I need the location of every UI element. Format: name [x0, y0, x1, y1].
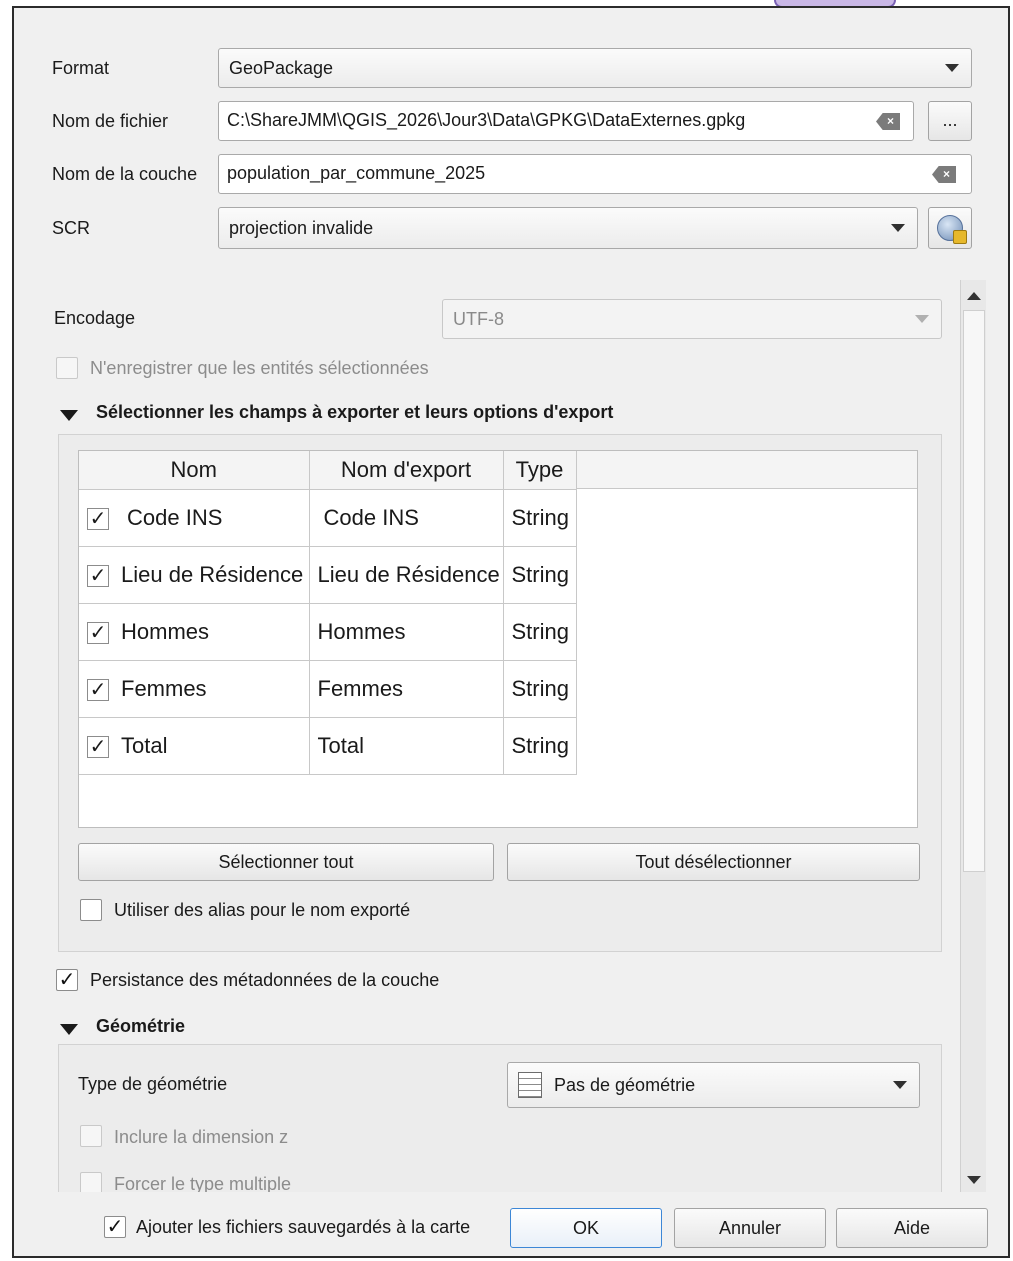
layer-name-value: population_par_commune_2025	[227, 163, 486, 183]
field-name: Lieu de Résidence	[121, 561, 304, 587]
fields-table: Nom Nom d'export Type ✓ Code INS Code INS…	[78, 450, 918, 828]
include-z-checkbox[interactable]	[80, 1125, 102, 1147]
export-name-cell[interactable]: Total	[309, 717, 504, 775]
use-alias-label: Utiliser des alias pour le nom exporté	[114, 900, 411, 920]
geometry-section-title: Géométrie	[96, 1016, 186, 1036]
table-row[interactable]: ✓ Femmes Femmes String	[79, 660, 577, 718]
fields-section-title: Sélectionner les champs à exporter et le…	[96, 402, 614, 422]
field-name-cell[interactable]: ✓ Hommes	[79, 603, 310, 661]
force-multi-checkbox[interactable]	[80, 1172, 102, 1192]
scroll-down-arrow-icon[interactable]	[967, 1176, 981, 1184]
encoding-select[interactable]: UTF-8	[442, 299, 942, 339]
table-row[interactable]: ✓ Code INS Code INS String	[79, 489, 577, 547]
field-name-cell[interactable]: ✓ Total	[79, 717, 310, 775]
filename-input[interactable]: C:\ShareJMM\QGIS_2026\Jour3\Data\GPKG\Da…	[218, 101, 914, 141]
layer-name-input[interactable]: population_par_commune_2025	[218, 154, 972, 194]
crs-select[interactable]: projection invalide	[218, 207, 918, 249]
export-name-cell[interactable]: Code INS	[309, 489, 504, 547]
collapse-triangle-icon[interactable]	[60, 1024, 78, 1035]
help-button[interactable]: Aide	[836, 1208, 988, 1248]
type-cell: String	[503, 717, 577, 775]
fields-grid: Nom Nom d'export Type ✓ Code INS Code INS…	[79, 451, 577, 775]
field-name-cell[interactable]: ✓ Code INS	[79, 489, 310, 547]
persist-metadata-checkbox[interactable]: ✓	[56, 969, 78, 991]
geometry-type-label: Type de géométrie	[78, 1074, 228, 1094]
crs-selector-button[interactable]	[928, 207, 972, 249]
save-vector-layer-dialog: Format GeoPackage Nom de fichier C:\Shar…	[12, 6, 1010, 1258]
vertical-scrollbar[interactable]	[960, 280, 986, 1192]
table-row[interactable]: ✓ Lieu de Résidence Lieu de Résidence Str…	[79, 546, 577, 604]
encoding-value: UTF-8	[453, 309, 504, 329]
type-cell: String	[503, 489, 577, 547]
force-multi-label: Forcer le type multiple	[114, 1174, 292, 1192]
type-cell: String	[503, 546, 577, 604]
field-checkbox[interactable]: ✓	[87, 735, 109, 758]
chevron-down-icon	[915, 315, 929, 323]
select-all-button[interactable]: Sélectionner tout	[78, 843, 494, 881]
field-checkbox[interactable]: ✓	[87, 678, 109, 701]
field-name: Femmes	[121, 675, 207, 701]
add-to-map-checkbox[interactable]: ✓	[104, 1216, 126, 1238]
crs-label: SCR	[52, 218, 91, 238]
persist-metadata-label: Persistance des métadonnées de la couche	[90, 970, 440, 990]
cancel-button[interactable]: Annuler	[674, 1208, 826, 1248]
field-checkbox[interactable]: ✓	[87, 564, 109, 587]
export-name-cell[interactable]: Hommes	[309, 603, 504, 661]
column-header-type[interactable]: Type	[503, 451, 577, 490]
add-to-map-label: Ajouter les fichiers sauvegardés à la ca…	[136, 1217, 471, 1237]
encoding-label: Encodage	[54, 308, 136, 328]
chevron-down-icon	[893, 1081, 907, 1089]
export-name-cell[interactable]: Femmes	[309, 660, 504, 718]
field-name-cell[interactable]: ✓ Femmes	[79, 660, 310, 718]
table-header-row: Nom Nom d'export Type	[79, 451, 577, 490]
scroll-up-arrow-icon[interactable]	[967, 292, 981, 300]
selected-only-label: N'enregistrer que les entités sélectionn…	[90, 358, 429, 378]
table-icon	[518, 1072, 542, 1098]
selected-only-checkbox[interactable]	[56, 357, 78, 379]
ok-button[interactable]: OK	[510, 1208, 662, 1248]
field-name: Hommes	[121, 618, 210, 644]
field-checkbox[interactable]: ✓	[87, 507, 109, 530]
column-header-export-name[interactable]: Nom d'export	[309, 451, 504, 490]
chevron-down-icon	[945, 64, 959, 72]
scrollbar-thumb[interactable]	[963, 310, 985, 872]
geometry-type-select[interactable]: Pas de géométrie	[507, 1062, 920, 1108]
format-label: Format	[52, 58, 110, 78]
type-cell: String	[503, 603, 577, 661]
browse-button[interactable]: ...	[928, 101, 972, 141]
column-header-name[interactable]: Nom	[79, 451, 310, 490]
table-header-filler	[576, 451, 917, 489]
filename-value: C:\ShareJMM\QGIS_2026\Jour3\Data\GPKG\Da…	[227, 110, 746, 130]
crs-value: projection invalide	[229, 218, 374, 238]
field-checkbox[interactable]: ✓	[87, 621, 109, 644]
field-name: Total	[121, 732, 168, 758]
field-name-cell[interactable]: ✓ Lieu de Résidence	[79, 546, 310, 604]
globe-icon	[937, 215, 967, 244]
clipped-scroll-region: Forcer le type multiple	[14, 1158, 960, 1192]
format-select[interactable]: GeoPackage	[218, 48, 972, 88]
table-row[interactable]: ✓ Total Total String	[79, 717, 577, 775]
collapse-triangle-icon[interactable]	[60, 410, 78, 421]
filename-label: Nom de fichier	[52, 111, 169, 131]
chevron-down-icon	[891, 224, 905, 232]
deselect-all-button[interactable]: Tout désélectionner	[507, 843, 920, 881]
field-name: Code INS	[127, 504, 223, 530]
type-cell: String	[503, 660, 577, 718]
include-z-label: Inclure la dimension z	[114, 1127, 289, 1147]
format-value: GeoPackage	[229, 58, 334, 78]
export-name-cell[interactable]: Lieu de Résidence	[309, 546, 504, 604]
table-row[interactable]: ✓ Hommes Hommes String	[79, 603, 577, 661]
layer-name-label: Nom de la couche	[52, 164, 198, 184]
geometry-type-value: Pas de géométrie	[554, 1075, 696, 1095]
use-alias-checkbox[interactable]	[80, 899, 102, 921]
